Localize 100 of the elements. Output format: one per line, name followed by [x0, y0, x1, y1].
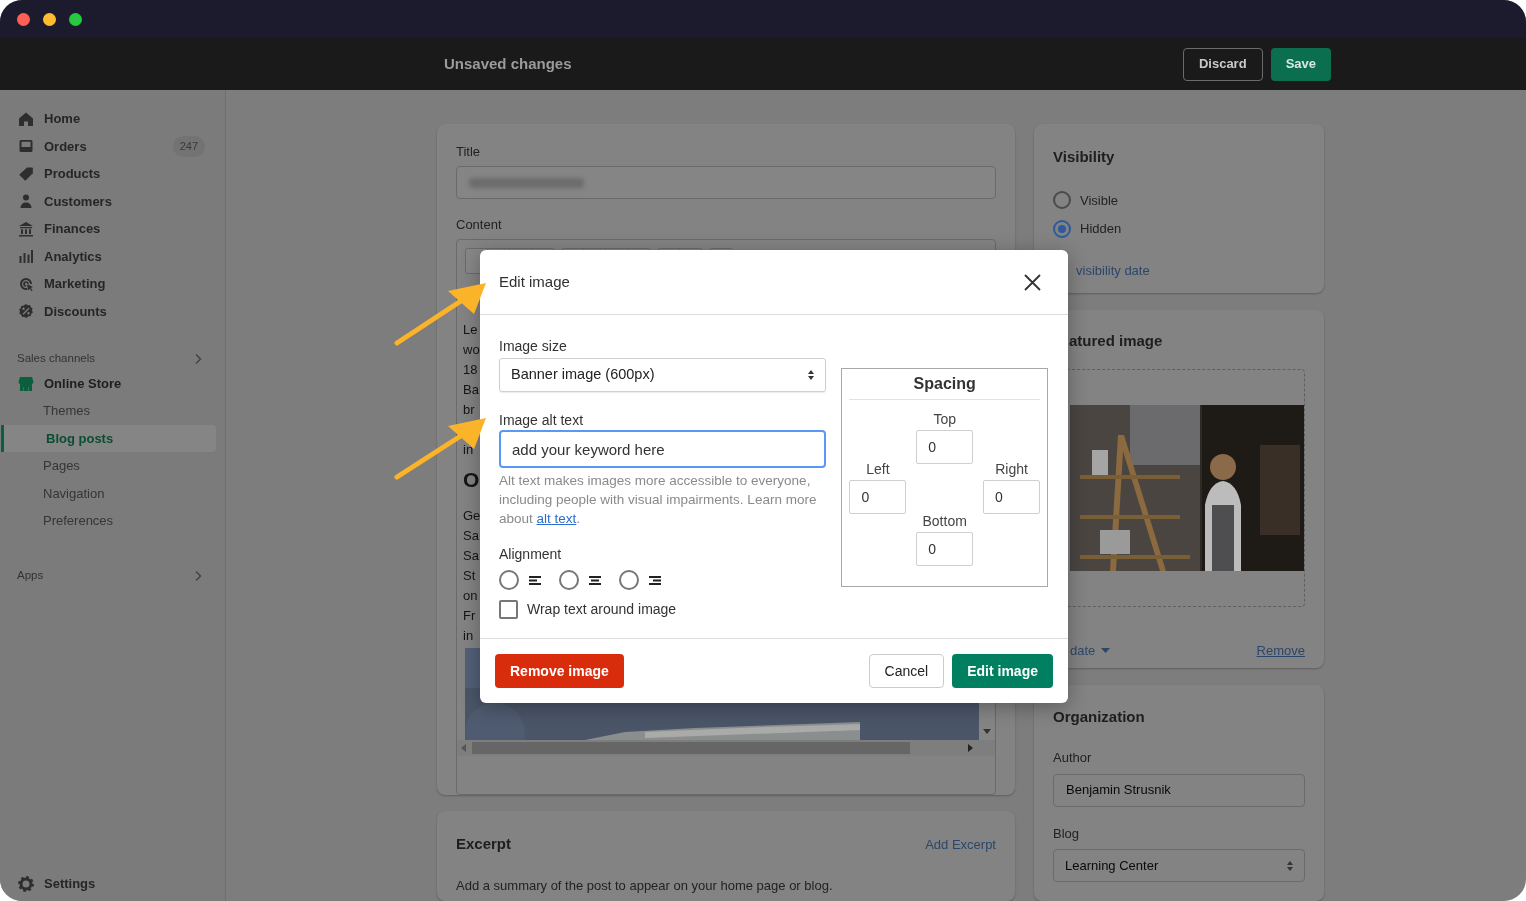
sidebar-subitem[interactable]: Pages — [1, 452, 216, 480]
sidebar-subitem[interactable]: Themes — [1, 397, 216, 425]
sidebar-item[interactable]: Orders 247 — [8, 132, 217, 160]
page-status-title: Unsaved changes — [444, 53, 572, 74]
spacing-field[interactable]: 0 — [916, 532, 974, 566]
spacing-field[interactable]: 0 — [849, 480, 907, 514]
editor-text-line: in — [463, 441, 474, 459]
add-excerpt-link[interactable]: Add Excerpt — [925, 834, 996, 854]
title-field[interactable] — [456, 166, 996, 199]
bar-chart-icon — [18, 248, 34, 265]
section-heading: Apps — [17, 567, 44, 583]
section-heading: Sales channels — [17, 351, 95, 367]
blog-select[interactable]: Learning Center — [1053, 849, 1305, 883]
card-title: Excerpt — [456, 834, 512, 854]
align-right-icon — [649, 575, 661, 585]
editor-text-line: Sa — [463, 547, 479, 565]
scroll-down-icon[interactable] — [982, 729, 991, 734]
save-button[interactable]: Save — [1270, 47, 1331, 81]
field-label: Alignment — [499, 545, 563, 561]
field-label: Image alt text — [499, 411, 585, 427]
field-label: Blog — [1053, 824, 1081, 843]
align-center-icon — [589, 575, 601, 585]
select-arrows-icon — [1287, 860, 1293, 871]
panel-title: Spacing — [849, 369, 1040, 400]
card-title: Organization — [1053, 706, 1146, 727]
window-zoom-button[interactable] — [69, 12, 82, 26]
checkbox[interactable] — [499, 600, 518, 619]
edit-image-button[interactable]: Edit image — [952, 654, 1053, 688]
cancel-button[interactable]: Cancel — [868, 654, 945, 688]
sidebar-item[interactable]: Products — [8, 160, 217, 188]
sidebar-item[interactable]: Online Store — [8, 370, 217, 397]
editor-text-line: Sa — [463, 527, 479, 545]
card-title: Visibility — [1053, 147, 1116, 167]
target-icon — [18, 275, 34, 292]
field-label: Right — [995, 460, 1028, 476]
scroll-right-icon[interactable] — [968, 744, 973, 752]
field-label: Content — [456, 217, 503, 233]
window-minimize-button[interactable] — [43, 12, 56, 26]
inbox-icon — [18, 138, 34, 155]
editor-text-line: Ge — [463, 507, 481, 525]
chevron-right-icon[interactable] — [194, 353, 202, 365]
image-size-select[interactable]: Banner image (600px) — [499, 358, 827, 392]
editor-text-line: wo — [463, 341, 480, 359]
visibility-date-link[interactable]: visibility date — [1076, 260, 1305, 280]
spacing-field[interactable]: 0 — [983, 480, 1040, 514]
radio-label: Hidden — [1080, 220, 1122, 238]
spacing-field[interactable]: 0 — [916, 430, 974, 464]
sidebar-item[interactable]: Analytics — [8, 242, 217, 270]
editor-text-line: in — [463, 627, 474, 645]
field-label: Title — [456, 144, 482, 160]
tag-icon — [18, 165, 34, 182]
radio-button[interactable] — [499, 570, 519, 590]
caret-icon — [1101, 647, 1111, 653]
field-label: Top — [933, 410, 956, 426]
sidebar-subitem[interactable]: Navigation — [1, 479, 216, 507]
field-label: Left — [866, 460, 890, 476]
discard-button[interactable]: Discard — [1182, 47, 1263, 81]
align-left-icon — [529, 575, 541, 585]
scrollbar-thumb[interactable] — [472, 742, 910, 754]
sidebar-subitem[interactable]: Blog posts — [1, 424, 216, 452]
field-label: Image size — [499, 337, 568, 353]
editor-text-line: St — [463, 567, 476, 585]
sidebar-item[interactable]: Customers — [8, 187, 217, 215]
help-text: Alt text makes images more accessible to everyone, including people with visual impairments. Learn more about alt text. — [499, 472, 818, 528]
author-field[interactable]: Benjamin Strusnik — [1053, 773, 1305, 807]
bank-icon — [18, 220, 34, 237]
sidebar-item[interactable]: Settings — [8, 870, 217, 897]
sidebar-subitem[interactable]: Preferences — [1, 507, 216, 535]
count-badge: 247 — [172, 136, 205, 157]
editor-text-line: Fr — [463, 607, 476, 625]
editor-text-line: br — [463, 401, 475, 419]
close-icon[interactable] — [1024, 273, 1041, 291]
sidebar-item[interactable]: Finances — [8, 215, 217, 243]
scrollbar[interactable] — [457, 740, 995, 756]
sidebar-item[interactable]: Discounts — [8, 297, 217, 325]
checkbox-label: Wrap text around image — [527, 600, 677, 619]
field-label: Author — [1053, 749, 1093, 768]
remove-image-button[interactable]: Remove image — [495, 654, 624, 688]
sidebar-item[interactable]: Marketing — [8, 270, 217, 298]
field-label: Bottom — [922, 512, 967, 528]
date-dropdown-link[interactable]: date — [1070, 640, 1111, 661]
sidebar-item[interactable]: Home — [8, 105, 217, 133]
alt-text-field[interactable]: add your keyword here — [499, 430, 827, 468]
radio-label: Visible — [1080, 191, 1119, 210]
radio-button[interactable] — [619, 570, 639, 590]
radio-button[interactable] — [559, 570, 579, 590]
gear-icon — [18, 875, 34, 892]
editor-text-line: 18 — [463, 361, 478, 379]
remove-link[interactable]: Remove — [1256, 640, 1305, 661]
storefront-icon — [18, 375, 34, 392]
radio-button[interactable] — [1053, 191, 1071, 210]
window-close-button[interactable] — [17, 12, 30, 26]
card-title: atured image — [1069, 331, 1164, 352]
home-icon — [18, 110, 34, 127]
radio-button[interactable] — [1053, 219, 1071, 238]
editor-text-line: Ba — [463, 381, 479, 399]
person-icon — [18, 193, 34, 210]
chevron-right-icon[interactable] — [194, 569, 202, 582]
editor-text-line: on — [463, 587, 478, 605]
dialog-title: Edit image — [499, 271, 570, 292]
